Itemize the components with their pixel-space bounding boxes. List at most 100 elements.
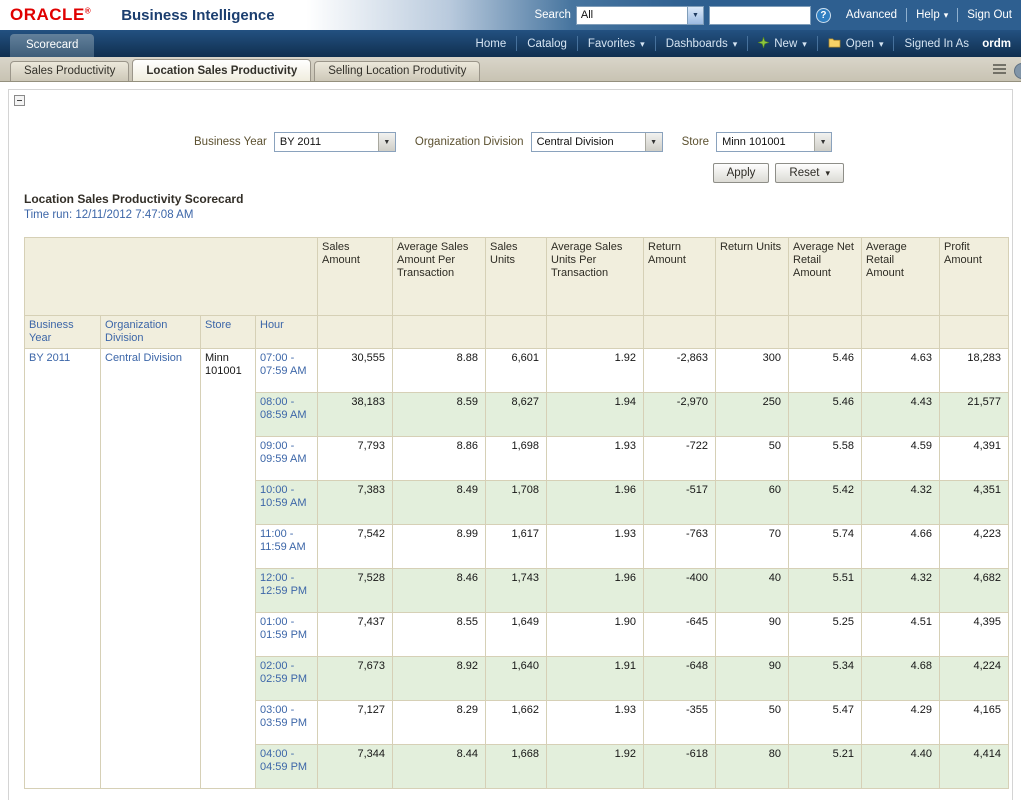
home-link[interactable]: Home — [466, 36, 517, 51]
search-scope-value: All — [577, 7, 687, 24]
hour-link[interactable]: 04:00 - 04:59 PM — [256, 745, 318, 789]
chevron-down-icon[interactable] — [814, 133, 831, 151]
measure-value: -618 — [644, 745, 716, 789]
measure-value: 1.93 — [547, 437, 644, 481]
org-division-select[interactable]: Central Division — [531, 132, 663, 152]
search-input[interactable] — [709, 6, 811, 25]
measure-value: 5.74 — [789, 525, 862, 569]
dashboards-menu[interactable]: Dashboards — [655, 36, 748, 51]
dim-header: Business Year — [25, 316, 101, 349]
measure-value: 5.47 — [789, 701, 862, 745]
measure-value: 90 — [716, 657, 789, 701]
signed-in-as[interactable]: Signed In As ordm — [893, 36, 1021, 51]
global-header: ORACLE® Business Intelligence Search All… — [0, 0, 1021, 30]
measure-value: 4,682 — [940, 569, 1009, 613]
measure-header: Return Amount — [644, 238, 716, 316]
measure-value: -355 — [644, 701, 716, 745]
measure-value: -645 — [644, 613, 716, 657]
business-year-label: Business Year — [194, 136, 267, 148]
table-body: BY 2011Central DivisionMinn 10100107:00 … — [25, 349, 1009, 789]
chevron-down-icon[interactable] — [378, 133, 395, 151]
collapse-panel-icon[interactable] — [14, 95, 25, 106]
measure-value: 1.92 — [547, 349, 644, 393]
advanced-link[interactable]: Advanced — [837, 8, 906, 22]
dim-header-row: Business YearOrganization DivisionStoreH… — [25, 316, 1009, 349]
measure-value: 4.40 — [862, 745, 940, 789]
tab-selling-location-produtivity[interactable]: Selling Location Produtivity — [314, 61, 480, 81]
nav-links: Home Catalog Favorites Dashboards New Op… — [466, 30, 1021, 57]
oracle-logo: ORACLE® — [10, 5, 91, 25]
measure-value: 1.91 — [547, 657, 644, 701]
measure-value: 1.90 — [547, 613, 644, 657]
measure-value: 5.58 — [789, 437, 862, 481]
scorecard-tab[interactable]: Scorecard — [10, 34, 94, 57]
hour-link[interactable]: 07:00 - 07:59 AM — [256, 349, 318, 393]
new-menu[interactable]: New — [747, 36, 817, 51]
measure-value: 5.46 — [789, 393, 862, 437]
favorites-menu[interactable]: Favorites — [577, 36, 655, 51]
open-folder-icon — [828, 37, 841, 51]
dim-org-division[interactable]: Central Division — [101, 349, 201, 789]
measure-value: 4,223 — [940, 525, 1009, 569]
measure-value: 5.25 — [789, 613, 862, 657]
product-title: Business Intelligence — [121, 7, 274, 24]
measure-value: 4.59 — [862, 437, 940, 481]
measure-value: 50 — [716, 701, 789, 745]
store-select[interactable]: Minn 101001 — [716, 132, 832, 152]
empty-header-cell — [393, 316, 486, 349]
measure-value: 7,127 — [318, 701, 393, 745]
navigation-bar: Scorecard Home Catalog Favorites Dashboa… — [0, 30, 1021, 57]
measure-value: -2,863 — [644, 349, 716, 393]
help-icon[interactable] — [1014, 63, 1021, 79]
dashboard-content: Business Year BY 2011 Organization Divis… — [8, 89, 1013, 800]
catalog-link[interactable]: Catalog — [516, 36, 577, 51]
hour-link[interactable]: 08:00 - 08:59 AM — [256, 393, 318, 437]
measure-value: 250 — [716, 393, 789, 437]
page-toolbar — [992, 62, 1021, 80]
measure-value: 6,601 — [486, 349, 547, 393]
measure-value: 7,528 — [318, 569, 393, 613]
measure-value: 4.32 — [862, 569, 940, 613]
search-help-icon[interactable]: ? — [816, 8, 831, 23]
business-year-select[interactable]: BY 2011 — [274, 132, 396, 152]
measure-header: Average Net Retail Amount — [789, 238, 862, 316]
hour-link[interactable]: 09:00 - 09:59 AM — [256, 437, 318, 481]
measure-value: 8.55 — [393, 613, 486, 657]
chevron-down-icon[interactable] — [687, 7, 703, 24]
help-menu[interactable]: Help — [906, 8, 957, 22]
measure-value: 1.93 — [547, 701, 644, 745]
hour-link[interactable]: 02:00 - 02:59 PM — [256, 657, 318, 701]
measure-value: -400 — [644, 569, 716, 613]
hour-link[interactable]: 10:00 - 10:59 AM — [256, 481, 318, 525]
hour-link[interactable]: 03:00 - 03:59 PM — [256, 701, 318, 745]
measure-value: 1,640 — [486, 657, 547, 701]
measure-value: 7,344 — [318, 745, 393, 789]
measure-value: 1,698 — [486, 437, 547, 481]
tab-location-sales-productivity[interactable]: Location Sales Productivity — [132, 59, 311, 81]
org-division-value: Central Division — [532, 133, 645, 151]
hour-link[interactable]: 01:00 - 01:59 PM — [256, 613, 318, 657]
measure-value: 8.86 — [393, 437, 486, 481]
sign-out-link[interactable]: Sign Out — [957, 8, 1021, 22]
measure-value: 4,414 — [940, 745, 1009, 789]
empty-header-cell — [716, 316, 789, 349]
measure-value: 8.92 — [393, 657, 486, 701]
measure-value: 4.32 — [862, 481, 940, 525]
reset-button[interactable]: Reset — [775, 163, 844, 183]
measure-value: 8.44 — [393, 745, 486, 789]
page-options-icon[interactable] — [992, 62, 1007, 80]
open-menu[interactable]: Open — [817, 36, 894, 51]
measure-value: 4,391 — [940, 437, 1009, 481]
hour-link[interactable]: 11:00 - 11:59 AM — [256, 525, 318, 569]
registered-mark-icon: ® — [85, 6, 91, 15]
reset-label: Reset — [789, 167, 819, 179]
dim-business-year[interactable]: BY 2011 — [25, 349, 101, 789]
measure-value: 1,649 — [486, 613, 547, 657]
hour-link[interactable]: 12:00 - 12:59 PM — [256, 569, 318, 613]
measure-value: -648 — [644, 657, 716, 701]
measure-value: -722 — [644, 437, 716, 481]
apply-button[interactable]: Apply — [713, 163, 770, 183]
search-scope-select[interactable]: All — [576, 6, 704, 25]
chevron-down-icon[interactable] — [645, 133, 662, 151]
tab-sales-productivity[interactable]: Sales Productivity — [10, 61, 129, 81]
